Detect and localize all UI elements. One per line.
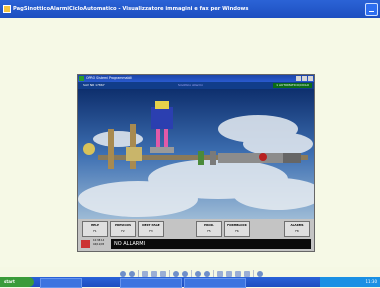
alarm-datetime: 10:38:14 04/11/05 <box>93 239 105 246</box>
synoptic-scene <box>78 89 314 219</box>
window-title: PagSinotticoAlarmiCicloAutomatico - Visu… <box>13 6 249 12</box>
previous-button[interactable]: PREVIOUS F2 <box>110 221 136 237</box>
function-key-bar: HELP F1 PREVIOUS F2 NEXT PAGE F3 PROD. F5 FO… <box>78 219 314 237</box>
taskbar: start 11:30 <box>0 277 380 288</box>
alarm-message: NO ALLARMI <box>111 239 311 249</box>
scada-close-icon <box>308 76 313 81</box>
minimize-button[interactable] <box>365 3 378 16</box>
alarm-icon <box>81 240 90 248</box>
clock: 11:30 <box>365 279 377 284</box>
scada-logo-icon <box>79 76 84 81</box>
next-page-button[interactable]: NEXT PAGE F3 <box>138 221 164 237</box>
prod-button[interactable]: PROD. F5 <box>196 221 222 237</box>
scada-title: OPRO Sistemi Programmabili <box>86 76 133 80</box>
scada-maximize-icon <box>302 76 307 81</box>
alarm-bar: 10:38:14 04/11/05 NO ALLARMI <box>78 237 314 251</box>
scada-status-left: SAV NR 17867 <box>83 83 105 87</box>
scada-status-center: Sinottico Allarmi <box>178 83 203 87</box>
scada-minimize-icon <box>296 76 301 81</box>
scada-status-bar: SAV NR 17867 Sinottico Allarmi 1 AUTOMAT… <box>78 82 314 89</box>
system-tray: 11:30 <box>320 277 380 287</box>
window-titlebar: PagSinotticoAlarmiCicloAutomatico - Visu… <box>0 0 380 18</box>
help-button[interactable]: HELP F1 <box>82 221 108 237</box>
image-viewer-canvas: OPRO Sistemi Programmabili SAV NR 17867 … <box>0 18 380 278</box>
scada-status-right: 1 AUTOMATICO/CICLO <box>273 83 312 88</box>
formblock-button[interactable]: FORMBLOCK F6 <box>224 221 250 237</box>
alarms-button[interactable]: ALARMS F8 <box>284 221 310 237</box>
app-icon <box>3 5 11 13</box>
start-button[interactable]: start <box>0 277 34 287</box>
displayed-screenshot: OPRO Sistemi Programmabili SAV NR 17867 … <box>77 74 315 252</box>
scada-titlebar: OPRO Sistemi Programmabili <box>78 75 314 82</box>
